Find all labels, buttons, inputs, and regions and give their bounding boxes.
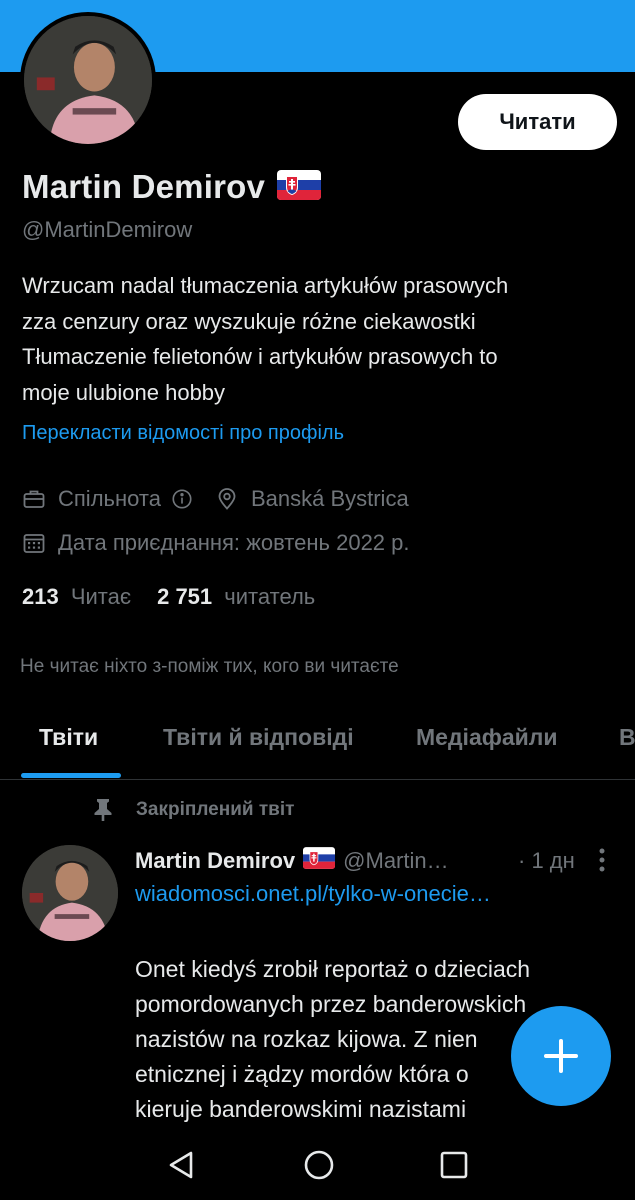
back-triangle-icon[interactable] (165, 1148, 199, 1182)
profile-meta-row: Спільнота Banská Bystrica (22, 486, 409, 512)
profile-category: Спільнота (58, 486, 161, 511)
profile-screen: Читати Martin Demirov @MartinDemirow Wrz… (0, 0, 635, 1200)
slovakia-flag-icon (277, 169, 322, 205)
active-tab-indicator (21, 773, 121, 778)
tweet-author-handle: @Martin… (343, 848, 449, 873)
home-circle-icon[interactable] (302, 1148, 336, 1182)
bio-line: zza cenzury oraz wyszukuje różne ciekawo… (22, 308, 476, 334)
tab-tweets[interactable]: Твіти (39, 724, 98, 751)
more-options-icon[interactable] (592, 846, 612, 874)
tweet-author-name[interactable]: Martin Demirov (135, 848, 295, 874)
tab-media[interactable]: Медіафайли (416, 724, 558, 751)
profile-name-row: Martin Demirov (22, 168, 322, 206)
pin-icon (92, 798, 114, 822)
bio-line: moje ulubione hobby (22, 379, 226, 405)
following-count: 213 (22, 584, 59, 609)
followers-you-know-note: Не читає ніхто з-поміж тих, кого ви чита… (20, 656, 399, 677)
profile-handle: @MartinDemirow (22, 217, 193, 242)
tab-tweets-and-replies[interactable]: Твіти й відповіді (163, 724, 354, 751)
translate-profile-link[interactable]: Перекласти відомості про профіль (22, 422, 344, 445)
compose-plus-icon (544, 1039, 578, 1073)
briefcase-icon (22, 487, 46, 511)
tweet-timestamp[interactable]: · 1 дн (518, 848, 575, 874)
followers-link[interactable]: 2 751 читатель (157, 584, 315, 610)
bio-line: Tłumaczenie felietonów i artykułów praso… (22, 344, 498, 369)
tab-likes[interactable]: В (619, 724, 635, 751)
bio-line: Wrzucam nadal tłumaczenia artykułów pras… (22, 273, 509, 298)
profile-tabs: Твіти Твіти й відповіді Медіафайли В (0, 700, 635, 780)
followers-label: читатель (224, 584, 316, 609)
profile-location-group: Banská Bystrica (215, 486, 409, 512)
person-photo-icon (24, 16, 152, 144)
compose-tweet-button[interactable] (511, 1006, 611, 1106)
profile-joined-date: Дата приєднання: жовтень 2022 р. (58, 530, 410, 555)
profile-display-name: Martin Demirov (22, 168, 266, 205)
follow-button[interactable]: Читати (458, 94, 617, 150)
profile-bio: Wrzucam nadal tłumaczenia artykułów pras… (22, 268, 622, 410)
profile-location: Banská Bystrica (250, 486, 409, 511)
following-link[interactable]: 213 Читає (22, 584, 131, 610)
followers-count: 2 751 (157, 584, 213, 609)
pinned-tweet-label: Закріплений твіт (136, 799, 295, 820)
tweet-text-line: Onet kiedyś zrobił reportaż o dzieciach (135, 956, 531, 982)
avatar-photo (24, 16, 152, 144)
tweet-author-avatar[interactable] (22, 845, 118, 941)
profile-joined-row: Дата приєднання: жовтень 2022 р. (22, 530, 410, 556)
info-icon[interactable] (171, 488, 193, 510)
calendar-icon (22, 531, 46, 555)
recents-square-icon[interactable] (437, 1148, 471, 1182)
follow-counts: 213 Читає 2 751 читатель (22, 584, 315, 610)
location-pin-icon (215, 487, 239, 511)
profile-avatar[interactable] (20, 12, 156, 148)
tweet-link[interactable]: wiadomosci.onet.pl/tylko-w-onecie… (135, 881, 491, 907)
person-photo-icon (22, 845, 118, 941)
tweet-header: Martin Demirov @Martin… · 1 дн (135, 847, 625, 875)
pinned-tweet-label-row: Закріплений твіт (92, 798, 294, 822)
android-navigation-bar (0, 1128, 635, 1200)
slovakia-flag-icon (303, 847, 336, 875)
following-label: Читає (70, 584, 132, 609)
